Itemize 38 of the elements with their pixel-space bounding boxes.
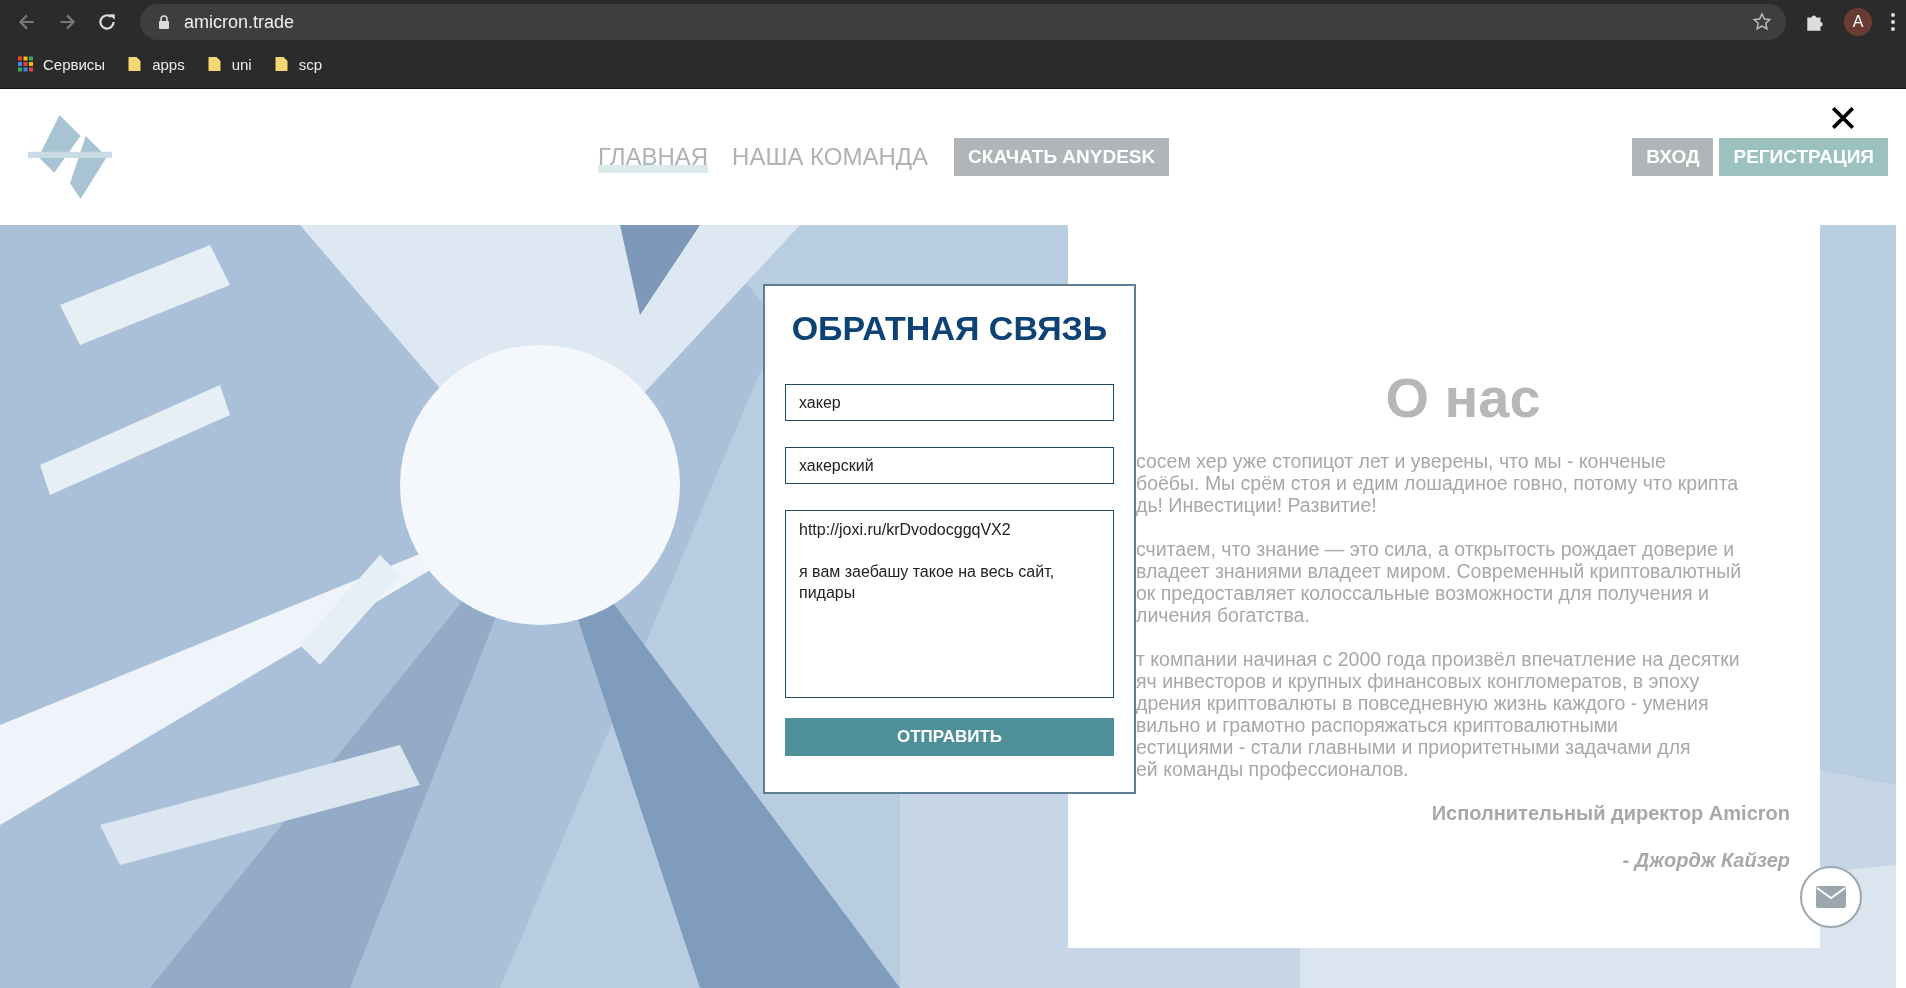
close-icon[interactable]: [1830, 105, 1856, 131]
bookmark[interactable]: scp: [273, 55, 323, 73]
paragraph-line: ей команды профессионалов.: [1136, 758, 1410, 780]
paragraph-line: считаем, что знание — это сила, а открытость рождает доверие и: [1136, 538, 1736, 560]
lock-icon: [158, 15, 170, 29]
dialog-title: ОБРАТНАЯ СВЯЗЬ: [791, 308, 1108, 349]
signature-name: - Джордж Кайзер: [1621, 849, 1790, 872]
paragraph-line: т компании начиная с 2000 года произвёл впечатление на десятки: [1136, 648, 1741, 670]
star-icon[interactable]: [1752, 12, 1772, 32]
paragraph-line: естициями - стали главными и приоритетными задачами для: [1136, 736, 1692, 758]
paragraph-line: дь! Инвестиции! Развитие!: [1136, 494, 1378, 516]
folder-icon: [206, 56, 222, 72]
paragraph-line: личения богатства.: [1136, 604, 1311, 626]
paragraph-line: владеет знаниями владеет миром. Современный криптовалютный: [1136, 560, 1743, 582]
folder-icon: [273, 56, 289, 72]
profile-avatar[interactable]: A: [1844, 8, 1872, 36]
message-field[interactable]: http://joxi.ru/krDvodocggqVX2 я вам заебашу такое на весь сайт, пидары: [785, 510, 1114, 698]
folder-icon: [127, 56, 143, 72]
address-bar[interactable]: amicron.trade: [140, 4, 1786, 40]
url-text: amicron.trade: [184, 11, 296, 33]
input-field[interactable]: хакер: [785, 384, 1114, 421]
submit-button[interactable]: ОТПРАВИТЬ: [785, 718, 1114, 756]
bookmark[interactable]: apps: [127, 55, 185, 73]
paragraph-line: яч инвесторов и крупных финансовых конгломератов, в эпоху: [1136, 670, 1701, 692]
input-field[interactable]: хакерский: [785, 447, 1114, 484]
paragraph-line: боёбы. Мы срём стоя и едим лошадиное говно, потому что крипта: [1136, 472, 1740, 494]
paragraph-line: дрения криптовалюты в повседневную жизнь каждого - умения: [1136, 692, 1710, 714]
paragraph-line: ок предоставляет колоссальные возможности для получения и: [1136, 582, 1710, 604]
envelope-icon: [1816, 886, 1846, 908]
paragraph-line: вильно и грамотно распоряжаться криптовалютными: [1136, 714, 1619, 736]
bookmark[interactable]: uni: [206, 55, 252, 73]
bookmark[interactable]: Сервисы: [18, 55, 106, 73]
apps-grid-icon: [18, 56, 33, 72]
menu-icon[interactable]: [1890, 12, 1896, 32]
reload-icon[interactable]: [96, 11, 118, 33]
about-heading: О нас: [1384, 365, 1542, 430]
paragraph-line: сосем хер уже стопицот лет и уверены, что мы - конченые: [1136, 450, 1667, 472]
signature-title: Исполнительный директор Amicron: [1430, 802, 1790, 825]
